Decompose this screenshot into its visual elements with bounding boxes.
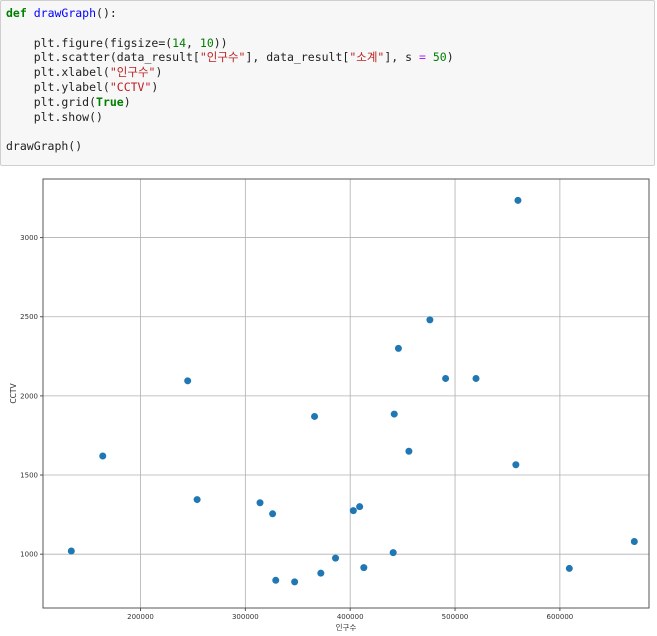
scatter-point — [442, 374, 450, 382]
scatter-point — [349, 507, 357, 515]
code-line-1: def drawGraph(): — [6, 6, 117, 20]
scatter-point — [193, 496, 201, 504]
scatter-point — [390, 410, 398, 418]
code-line-6: plt.ylabel("CCTV") — [6, 79, 159, 94]
y-tick-label: 2000 — [20, 392, 38, 400]
scatter-point — [389, 549, 397, 557]
data-points — [67, 196, 638, 586]
y-tick-label: 1000 — [20, 551, 38, 559]
tick-marks — [40, 237, 561, 611]
scatter-point — [630, 538, 638, 546]
code-text: (): — [96, 6, 117, 20]
code-line-5: plt.xlabel("인구수") — [6, 65, 163, 80]
scatter-point — [514, 196, 522, 204]
code-line-7: plt.grid(True) — [6, 94, 131, 109]
code-editor[interactable]: def drawGraph(): plt.figure(figsize=(14,… — [6, 6, 454, 154]
x-tick-label: 300000 — [232, 613, 259, 621]
code-line-3: plt.figure(figsize=(14, 10)) — [6, 35, 228, 50]
scatter-point — [394, 344, 402, 352]
x-tick-label: 400000 — [337, 613, 364, 621]
scatter-point — [565, 564, 573, 572]
code-line-8: plt.show() — [6, 109, 103, 124]
scatter-point — [99, 452, 107, 460]
scatter-point — [332, 554, 340, 562]
scatter-point — [426, 316, 434, 324]
x-axis-label: 인구수 — [336, 622, 357, 632]
scatter-point — [67, 547, 75, 555]
scatter-point — [184, 377, 192, 385]
plot-frame — [42, 178, 650, 609]
code-cell[interactable]: def drawGraph(): plt.figure(figsize=(14,… — [0, 0, 655, 166]
y-tick-label: 1500 — [20, 472, 38, 480]
scatter-point — [472, 374, 480, 382]
scatter-point — [291, 578, 299, 586]
scatter-point — [269, 510, 277, 518]
scatter-plot: 인구수 CCTV 200000 300000 400000 500000 600000 1… — [9, 178, 650, 632]
code-line-10: drawGraph() — [6, 139, 83, 154]
scatter-point — [405, 447, 413, 455]
scatter-point — [512, 461, 520, 469]
y-tick-label: 3000 — [20, 234, 38, 242]
def-keyword: def — [6, 6, 27, 20]
code-line-4: plt.scatter(data_result["인구수"], data_res… — [6, 50, 454, 65]
scatter-point — [360, 564, 368, 572]
scatter-point — [317, 569, 325, 577]
grid-lines — [43, 179, 649, 608]
scatter-point — [256, 499, 264, 507]
x-tick-label: 200000 — [127, 613, 154, 621]
y-axis-label: CCTV — [9, 383, 18, 404]
scatter-point — [311, 412, 319, 420]
scatter-point — [272, 576, 280, 584]
scatter-point — [356, 503, 364, 511]
y-tick-label: 2500 — [20, 313, 38, 321]
function-name: drawGraph — [33, 6, 97, 20]
x-tick-label: 600000 — [547, 613, 574, 621]
x-tick-label: 500000 — [442, 613, 469, 621]
